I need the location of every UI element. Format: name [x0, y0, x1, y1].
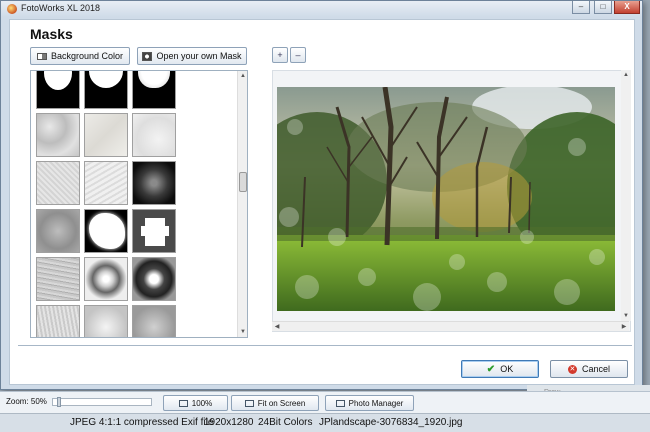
fit-on-screen-button[interactable]: Fit on Screen [231, 395, 319, 411]
mask-thumbnail[interactable] [36, 113, 80, 157]
mask-icon [142, 51, 153, 61]
cancel-label: Cancel [581, 364, 610, 374]
status-colors: 24Bit Colors [258, 417, 313, 428]
zoom-100-button[interactable]: 100% [163, 395, 228, 411]
preview-scroll-down-icon[interactable]: ▼ [621, 311, 631, 321]
status-resolution: 1920x1280 [204, 417, 254, 428]
photo-manager-label: Photo Manager [348, 398, 404, 408]
preview-photo [277, 87, 615, 311]
mask-thumbnail[interactable] [84, 257, 128, 301]
app-icon [7, 4, 17, 14]
title-bar[interactable]: FotoWorks XL 2018 – □ X [1, 1, 642, 17]
minimize-button[interactable]: – [572, 1, 590, 14]
zoom-out-icon: – [295, 50, 301, 60]
mask-thumbnail[interactable] [84, 209, 128, 253]
open-mask-label: Open your own Mask [156, 51, 242, 61]
mask-thumbnail[interactable] [132, 209, 176, 253]
masks-dialog: FotoWorks XL 2018 – □ X Masks Background… [0, 0, 643, 390]
scroll-up-icon[interactable]: ▲ [238, 71, 247, 81]
preview-scroll-left-icon[interactable]: ◀ [272, 322, 282, 332]
status-bar: JPEG 4:1:1 compressed Exif file 1920x128… [0, 413, 650, 432]
close-button[interactable]: X [614, 1, 640, 14]
mask-thumbnail[interactable] [84, 113, 128, 157]
background-color-button[interactable]: Background Color [30, 47, 130, 65]
button-separator [18, 345, 632, 347]
ok-label: OK [500, 364, 514, 374]
mask-thumbnail[interactable] [132, 305, 176, 337]
zoom-in-icon: + [277, 50, 283, 60]
thumbnail-scrollbar[interactable]: ▲ ▼ [237, 71, 247, 337]
zoom-in-button[interactable]: + [272, 47, 288, 63]
mask-thumbnail[interactable] [36, 161, 80, 205]
preview-scroll-right-icon[interactable]: ▶ [619, 322, 629, 332]
zoom-100-icon [178, 399, 188, 407]
mask-thumbnail[interactable] [84, 161, 128, 205]
ok-button[interactable]: ✔ OK [461, 360, 539, 378]
scroll-thumb[interactable] [239, 172, 247, 192]
scroll-down-icon[interactable]: ▼ [238, 327, 247, 337]
fit-screen-icon [244, 399, 254, 407]
dialog-body: Masks Background Color Open your own Mas… [9, 19, 635, 385]
preview-scroll-up-icon[interactable]: ▲ [621, 70, 631, 80]
preview-horizontal-scrollbar[interactable]: ◀ ▶ [272, 321, 629, 331]
zoom-label: Zoom: 50% [6, 397, 47, 406]
mask-thumbnail[interactable] [36, 305, 80, 337]
window-title: FotoWorks XL 2018 [21, 3, 101, 13]
zoom-slider[interactable] [52, 397, 152, 407]
dialog-heading: Masks [30, 26, 73, 42]
zoom-100-label: 100% [191, 398, 213, 408]
mask-thumbnail[interactable] [132, 161, 176, 205]
mask-thumbnail[interactable] [36, 209, 80, 253]
mask-thumbnail[interactable] [36, 71, 80, 109]
background-color-label: Background Color [50, 51, 124, 61]
open-mask-button[interactable]: Open your own Mask [137, 47, 247, 65]
cancel-icon: ✕ [567, 364, 577, 374]
fit-on-screen-label: Fit on Screen [257, 398, 306, 408]
zoom-out-button[interactable]: – [290, 47, 306, 63]
zoom-slider-knob[interactable] [57, 397, 61, 407]
mask-thumbnail[interactable] [84, 71, 128, 109]
checkmark-icon: ✔ [486, 363, 496, 375]
photo-manager-icon [335, 399, 345, 407]
cancel-button[interactable]: ✕ Cancel [550, 360, 628, 378]
main-toolbar: Zoom: 50% 100% Fit on Screen Photo Manag… [0, 391, 650, 413]
preview-vertical-scrollbar[interactable]: ▲ ▼ [621, 70, 631, 321]
photo-manager-button[interactable]: Photo Manager [325, 395, 414, 411]
mask-preview-area [272, 70, 631, 332]
background-color-icon [36, 52, 47, 60]
mask-thumbnail[interactable] [132, 71, 176, 109]
mask-thumbnail-list[interactable]: ▲ ▼ [30, 70, 248, 338]
mask-thumbnail[interactable] [132, 113, 176, 157]
status-filename: JPlandscape-3076834_1920.jpg [319, 417, 463, 428]
mask-thumbnail[interactable] [36, 257, 80, 301]
mask-thumbnail[interactable] [84, 305, 128, 337]
status-format: JPEG 4:1:1 compressed Exif file [70, 417, 214, 428]
maximize-button[interactable]: □ [594, 1, 612, 14]
mask-thumbnail[interactable] [132, 257, 176, 301]
